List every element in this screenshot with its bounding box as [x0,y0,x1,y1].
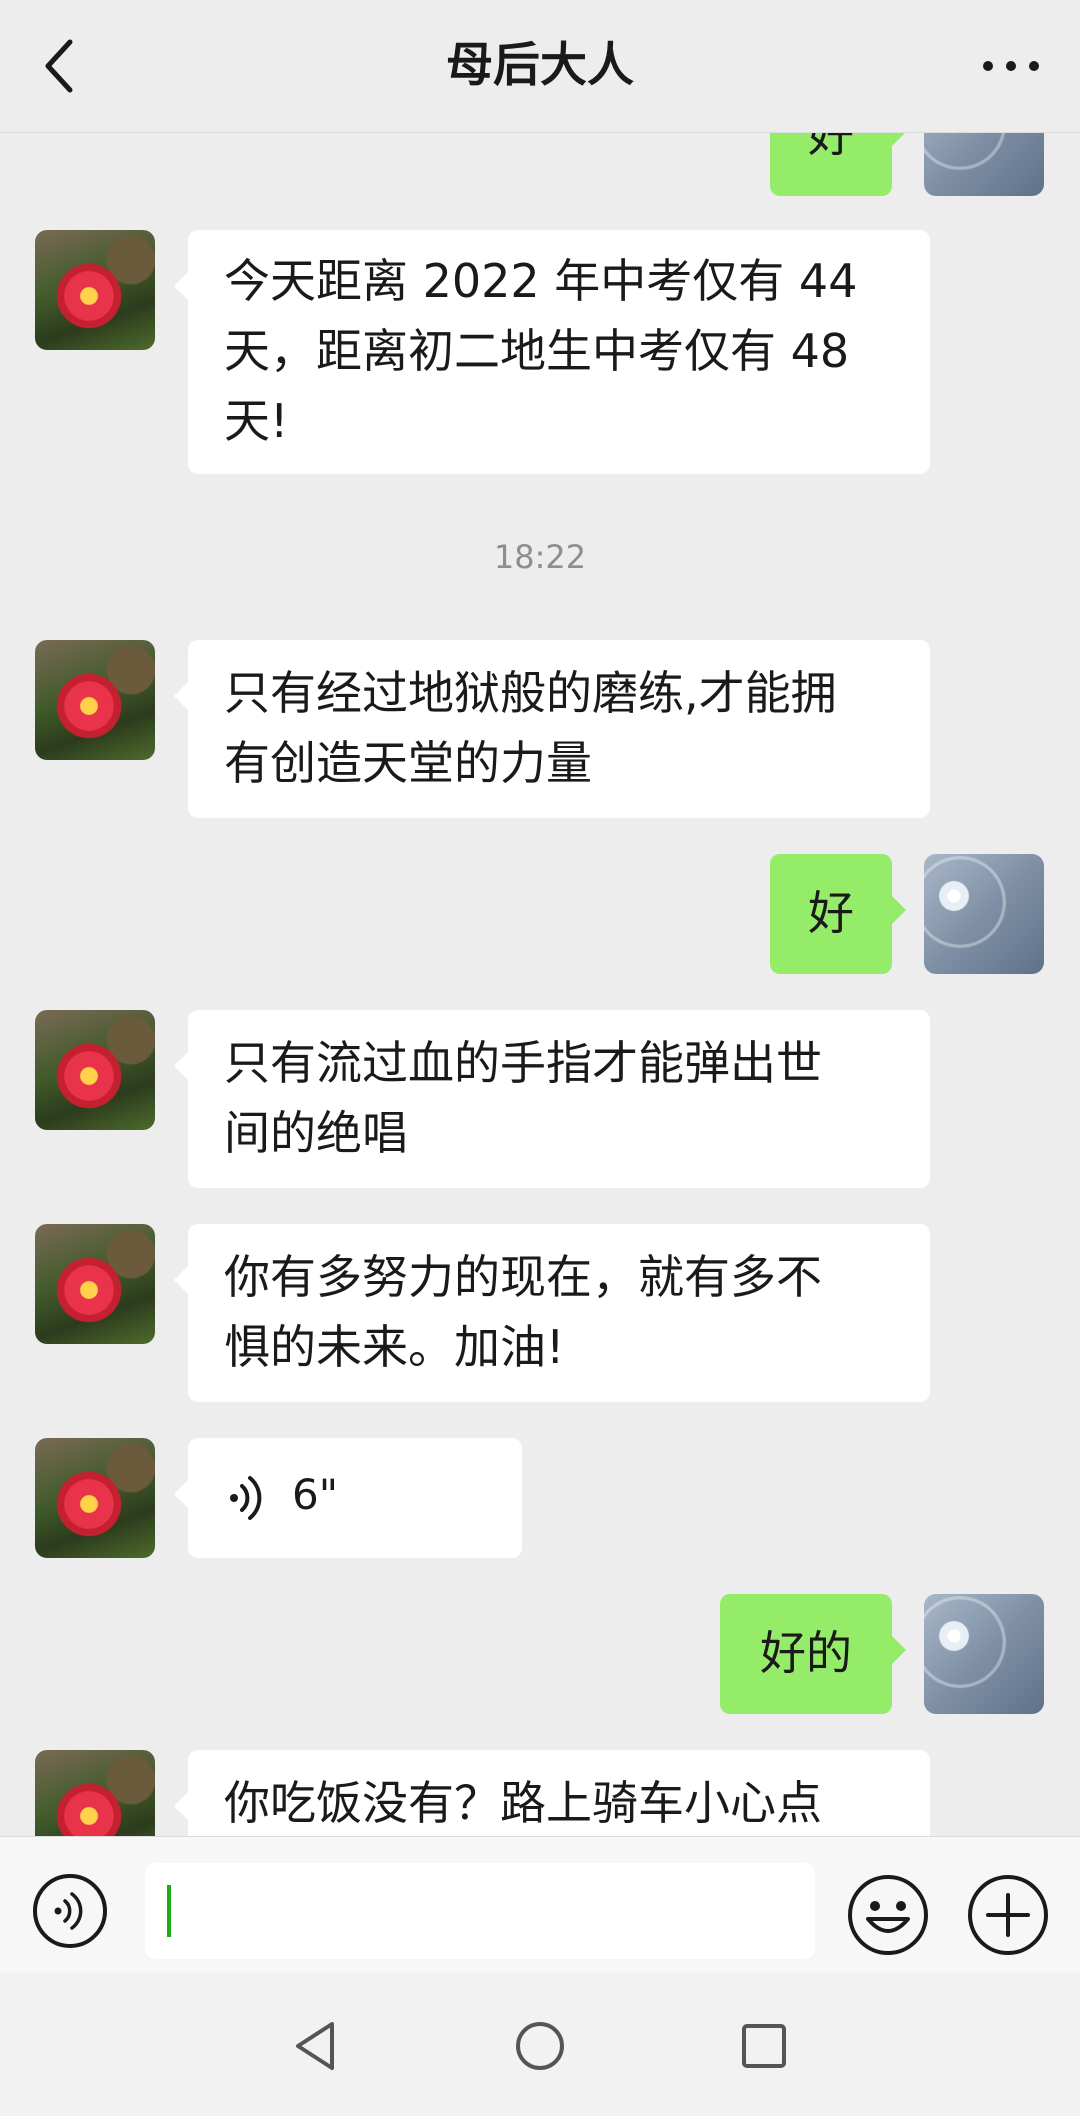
chat-title: 母后大人 [446,38,634,93]
message-line: 惧的未来。加油! [224,1320,565,1374]
contact-avatar[interactable] [35,1750,155,1836]
my-avatar[interactable] [924,854,1044,974]
message-input[interactable] [145,1863,815,1959]
contact-avatar[interactable] [35,230,155,350]
contact-avatar[interactable] [35,1224,155,1344]
received-message-bubble[interactable]: 你吃饭没有？路上骑车小心点 [174,1750,930,1836]
voice-wave-icon [230,1476,262,1520]
message-line: 天! [224,394,289,448]
contact-avatar[interactable] [35,640,155,760]
received-message-bubble[interactable]: 今天距离 2022 年中考仅有 44 天，距离初二地生中考仅有 48 天! [174,230,930,474]
contact-avatar[interactable] [35,1010,155,1130]
timestamp: 18:22 [493,538,587,576]
voice-duration: 6" [292,1470,339,1519]
sent-message-bubble[interactable]: 好 [770,132,906,196]
input-bar [0,1836,1080,1973]
message-line: 你吃饭没有？路上骑车小心点 [224,1776,822,1830]
nav-recents-icon[interactable] [734,2016,794,2076]
message-line: 天，距离初二地生中考仅有 48 [224,324,850,378]
message-line: 只有经过地狱般的磨练,才能拥 [224,666,837,720]
contact-avatar[interactable] [35,1438,155,1558]
plus-icon[interactable] [966,1873,1050,1957]
sent-message-bubble[interactable]: 好的 [720,1594,906,1714]
nav-home-icon[interactable] [510,2016,570,2076]
system-nav-bar [0,1972,1080,2116]
message-line: 有创造天堂的力量 [224,736,592,790]
my-avatar[interactable] [924,1594,1044,1714]
nav-back-icon[interactable] [286,2016,346,2076]
emoji-icon[interactable] [846,1873,930,1957]
text-caret [167,1885,171,1937]
my-avatar[interactable] [924,132,1044,196]
message-line: 只有流过血的手指才能弹出世 [224,1036,822,1090]
message-list[interactable]: 好 今天距离 2022 年中考仅有 44 天，距离初二地生中考仅有 48 天! … [0,132,1080,1836]
chat-header: 母后大人 [0,0,1080,133]
received-message-bubble[interactable]: 只有流过血的手指才能弹出世 间的绝唱 [174,1010,930,1188]
sent-message-bubble[interactable]: 好 [770,854,906,974]
voice-message-bubble[interactable]: 6" [174,1438,522,1558]
received-message-bubble[interactable]: 你有多努力的现在，就有多不 惧的未来。加油! [174,1224,930,1402]
more-dots-icon[interactable] [976,34,1046,98]
message-text: 好 [808,886,854,940]
received-message-bubble[interactable]: 只有经过地狱般的磨练,才能拥 有创造天堂的力量 [174,640,930,818]
message-line: 今天距离 2022 年中考仅有 44 [224,254,858,308]
message-text: 好的 [760,1626,852,1680]
message-text: 好 [808,132,854,162]
voice-mode-icon[interactable] [32,1873,108,1949]
message-line: 间的绝唱 [224,1106,408,1160]
message-line: 你有多努力的现在，就有多不 [224,1250,822,1304]
